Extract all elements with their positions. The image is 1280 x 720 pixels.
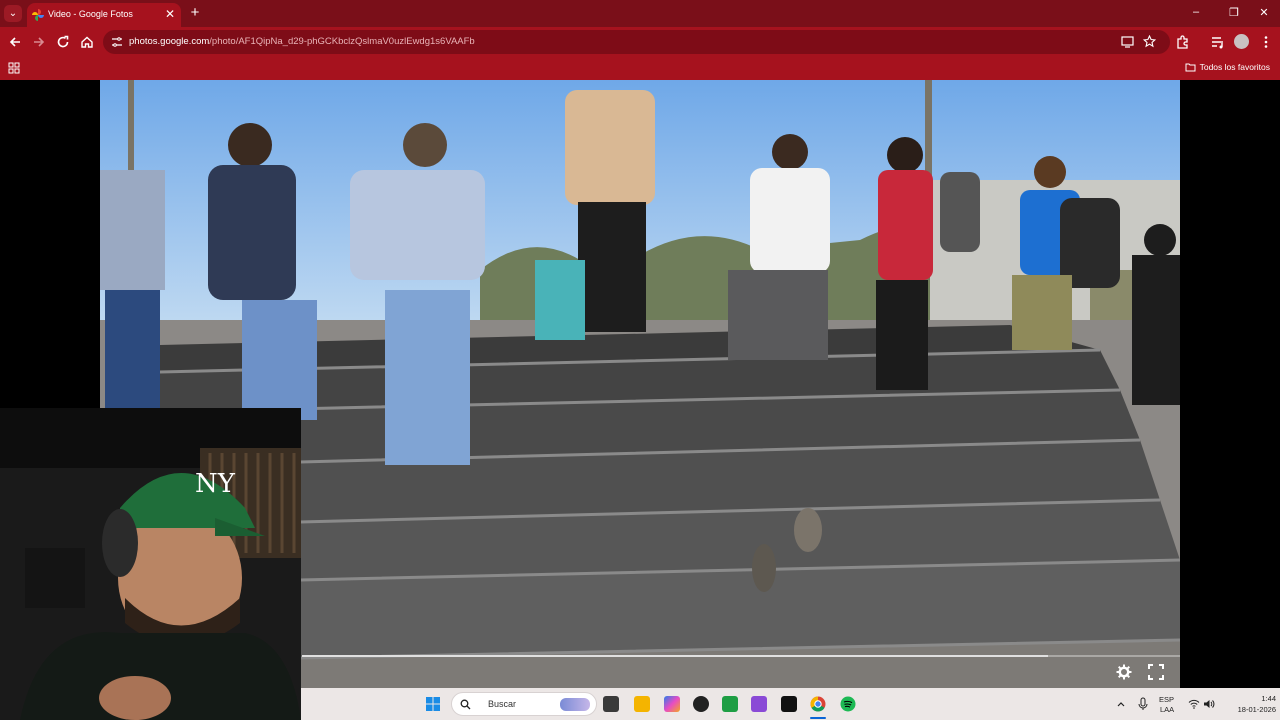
forward-arrow-icon[interactable] [31, 34, 47, 50]
clock-date[interactable]: 18-01-2026 [1226, 705, 1276, 714]
fullscreen-icon[interactable] [1147, 663, 1165, 681]
minimize-button[interactable]: – [1188, 6, 1204, 18]
extensions-icon[interactable] [1175, 34, 1191, 50]
tab-search-button[interactable]: ⌄ [4, 5, 22, 22]
chevron-up-icon[interactable] [1116, 699, 1126, 709]
xbox-icon[interactable] [722, 696, 738, 712]
tab-google-photos[interactable]: Video - Google Fotos ✕ [27, 3, 181, 27]
home-icon[interactable] [79, 34, 95, 50]
keyboard-layout: LAA [1160, 705, 1175, 714]
webcam-feed: NY [0, 408, 301, 720]
tab-strip: ⌄ Video - Google Fotos ✕ + – ❐ ✕ [0, 0, 1280, 27]
windows-taskbar: Buscar ESP LAA 1:44 18-01-2026 [301, 688, 1280, 720]
language-indicator[interactable]: ESP [1159, 695, 1174, 704]
chrome-icon[interactable] [810, 696, 826, 712]
google-photos-icon [32, 9, 44, 21]
profile-avatar[interactable] [1234, 34, 1249, 49]
nvidia-icon[interactable] [781, 696, 797, 712]
active-app-indicator [810, 717, 826, 719]
bookmark-star-icon[interactable] [1143, 35, 1156, 48]
cast-icon[interactable] [1121, 36, 1134, 48]
all-favorites-folder[interactable]: Todos los favoritos [1185, 62, 1270, 72]
new-tab-button[interactable]: + [188, 5, 202, 21]
url-text: photos.google.com/photo/AF1QipNa_d29-phG… [129, 36, 475, 47]
folder-icon [1185, 63, 1196, 72]
back-arrow-icon[interactable] [7, 34, 23, 50]
search-highlight-icon [560, 698, 590, 711]
clock-time[interactable]: 1:44 [1242, 694, 1276, 703]
bookmarks-bar: Todos los favoritos [0, 57, 1280, 80]
pigeon [752, 544, 776, 592]
pigeon [794, 508, 822, 552]
windows-start-icon[interactable] [425, 696, 441, 712]
close-tab-icon[interactable]: ✕ [165, 7, 175, 21]
microphone-icon[interactable] [1137, 697, 1149, 711]
search-icon [460, 699, 471, 710]
settings-gear-icon[interactable] [1115, 663, 1133, 681]
file-explorer-icon[interactable] [634, 696, 650, 712]
copilot-icon[interactable] [664, 696, 680, 712]
clipchamp-icon[interactable] [751, 696, 767, 712]
site-info-icon[interactable] [111, 36, 123, 48]
task-view-icon[interactable] [603, 696, 619, 712]
ny-logo: NY [195, 469, 236, 499]
tab-title: Video - Google Fotos [48, 9, 133, 19]
search-placeholder: Buscar [488, 699, 517, 709]
video-progress-fill [302, 655, 1049, 657]
video-progress-bar[interactable] [302, 655, 1180, 657]
restore-button[interactable]: ❐ [1226, 6, 1242, 19]
browser-toolbar: photos.google.com/photo/AF1QipNa_d29-phG… [0, 27, 1280, 57]
address-bar[interactable]: photos.google.com/photo/AF1QipNa_d29-phG… [103, 30, 1170, 54]
wifi-icon[interactable] [1188, 699, 1200, 709]
close-window-button[interactable]: ✕ [1256, 6, 1272, 19]
apps-grid-icon[interactable] [8, 62, 20, 74]
volume-icon[interactable] [1203, 698, 1215, 710]
reload-icon[interactable] [55, 34, 71, 50]
spotify-icon[interactable] [840, 696, 856, 712]
kebab-menu-icon[interactable] [1258, 34, 1274, 50]
media-controls-icon[interactable] [1210, 34, 1226, 50]
github-icon[interactable] [693, 696, 709, 712]
taskbar-search-box[interactable]: Buscar [451, 692, 597, 716]
webcam-overlay: NY [0, 408, 301, 720]
